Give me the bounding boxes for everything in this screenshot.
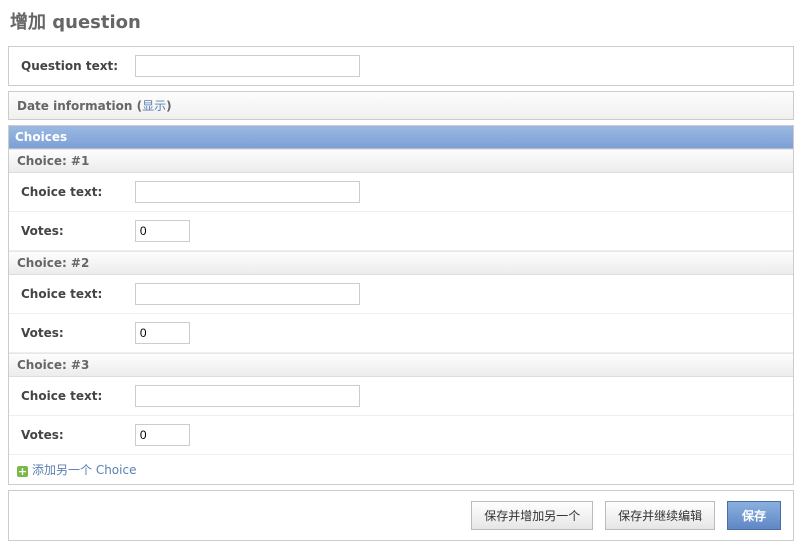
choice-text-label-2: Choice text: bbox=[21, 287, 131, 301]
votes-input-1[interactable] bbox=[135, 220, 190, 242]
choice-header-2: Choice: #2 bbox=[9, 251, 793, 275]
question-text-input[interactable] bbox=[135, 55, 360, 77]
votes-row-3: Votes: bbox=[9, 416, 793, 455]
plus-icon: + bbox=[17, 466, 28, 477]
date-info-toggle-link[interactable]: 显示 bbox=[142, 99, 166, 113]
date-info-bar: Date information (显示) bbox=[8, 91, 794, 120]
add-another-row: + 添加另一个 Choice bbox=[9, 455, 793, 484]
votes-label-1: Votes: bbox=[21, 224, 131, 238]
choice-text-label-1: Choice text: bbox=[21, 185, 131, 199]
add-another-choice-label: 添加另一个 Choice bbox=[32, 463, 136, 477]
question-text-label: Question text: bbox=[21, 59, 131, 73]
votes-label-3: Votes: bbox=[21, 428, 131, 442]
choice-header-3: Choice: #3 bbox=[9, 353, 793, 377]
submit-row: 保存并增加另一个 保存并继续编辑 保存 bbox=[8, 490, 794, 541]
save-add-another-button[interactable]: 保存并增加另一个 bbox=[471, 501, 593, 530]
save-continue-button[interactable]: 保存并继续编辑 bbox=[605, 501, 715, 530]
choice-text-input-1[interactable] bbox=[135, 181, 360, 203]
choices-section-title: Choices bbox=[9, 126, 793, 149]
page-title: 增加 question bbox=[10, 8, 794, 34]
question-module: Question text: bbox=[8, 46, 794, 86]
votes-row-2: Votes: bbox=[9, 314, 793, 353]
choice-text-row-1: Choice text: bbox=[9, 173, 793, 212]
choice-text-row-2: Choice text: bbox=[9, 275, 793, 314]
date-info-title: Date information bbox=[17, 99, 132, 113]
choice-text-label-3: Choice text: bbox=[21, 389, 131, 403]
question-text-row: Question text: bbox=[9, 47, 793, 85]
save-button[interactable]: 保存 bbox=[727, 501, 781, 530]
choice-text-row-3: Choice text: bbox=[9, 377, 793, 416]
votes-label-2: Votes: bbox=[21, 326, 131, 340]
choice-header-1: Choice: #1 bbox=[9, 149, 793, 173]
votes-input-3[interactable] bbox=[135, 424, 190, 446]
votes-row-1: Votes: bbox=[9, 212, 793, 251]
choice-text-input-2[interactable] bbox=[135, 283, 360, 305]
choice-text-input-3[interactable] bbox=[135, 385, 360, 407]
votes-input-2[interactable] bbox=[135, 322, 190, 344]
choices-module: Choices Choice: #1 Choice text: Votes: C… bbox=[8, 125, 794, 485]
add-another-choice-link[interactable]: + 添加另一个 Choice bbox=[17, 463, 136, 477]
